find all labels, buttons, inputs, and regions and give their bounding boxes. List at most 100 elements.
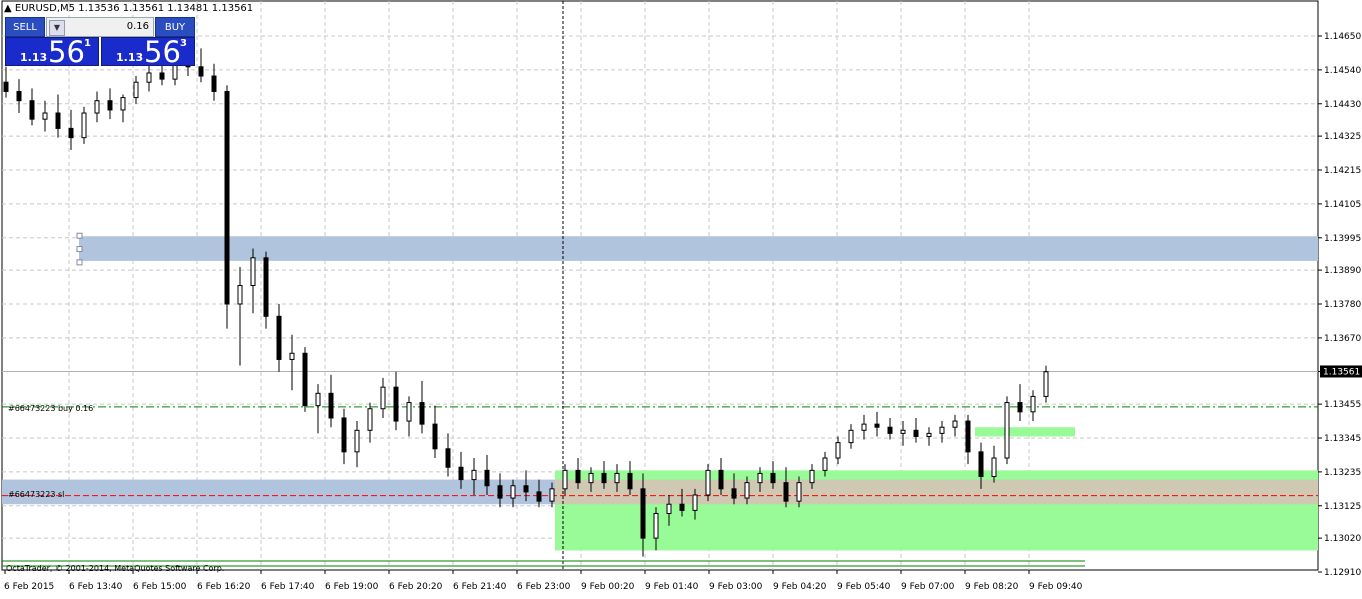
x-tick-label: 9 Feb 07:00 bbox=[901, 582, 955, 592]
candle bbox=[913, 417, 919, 443]
candle-body bbox=[276, 315, 282, 360]
candle-body bbox=[315, 392, 321, 407]
chevron-down-icon[interactable]: ▼ bbox=[49, 20, 65, 36]
triangle-up-icon: ▲ bbox=[4, 3, 12, 14]
candle bbox=[432, 405, 438, 459]
candle bbox=[861, 414, 867, 440]
candle-body bbox=[68, 127, 74, 139]
buy-price-big: 56 bbox=[144, 35, 181, 69]
candle-body bbox=[796, 482, 802, 502]
stop-loss-label[interactable]: #66473223 sl bbox=[8, 490, 64, 499]
candle-body bbox=[458, 466, 464, 481]
y-tick-label: 1.14105 bbox=[1324, 200, 1361, 210]
x-tick-label: 9 Feb 00:20 bbox=[581, 582, 635, 592]
candle bbox=[328, 374, 334, 428]
sell-price-display[interactable]: 1.13 56 1 bbox=[5, 35, 99, 69]
candle-body bbox=[198, 66, 204, 77]
y-tick-label: 1.13670 bbox=[1324, 334, 1361, 344]
x-tick-label: 6 Feb 23:00 bbox=[517, 582, 571, 592]
candle-body bbox=[29, 100, 35, 120]
candle bbox=[835, 436, 841, 465]
y-tick-label: 1.13995 bbox=[1324, 234, 1361, 244]
y-tick-label: 1.13235 bbox=[1324, 468, 1361, 478]
buy-button[interactable]: BUY bbox=[155, 17, 195, 37]
zone-handle-mid bbox=[76, 246, 83, 253]
buy-price-display[interactable]: 1.13 56 3 bbox=[101, 35, 195, 69]
candle-body bbox=[835, 442, 841, 459]
candle bbox=[276, 304, 282, 372]
y-tick-label: 1.14215 bbox=[1324, 166, 1361, 176]
candle-body bbox=[614, 472, 620, 484]
candle bbox=[965, 414, 971, 465]
candle bbox=[42, 100, 48, 132]
x-tick-label: 9 Feb 01:40 bbox=[645, 582, 699, 592]
x-tick-label: 6 Feb 16:20 bbox=[197, 582, 251, 592]
volume-input[interactable]: 0.16 bbox=[79, 18, 149, 36]
y-tick-label: 1.13780 bbox=[1324, 300, 1361, 310]
candle-body bbox=[302, 352, 308, 407]
candle-body bbox=[471, 469, 477, 481]
candle-body bbox=[991, 457, 997, 478]
candle-body bbox=[1043, 371, 1049, 397]
candle-body bbox=[94, 100, 100, 114]
candle bbox=[263, 251, 269, 329]
candle bbox=[341, 408, 347, 465]
volume-control[interactable]: ▼ 0.16 bbox=[46, 17, 154, 37]
candle-body bbox=[55, 112, 61, 129]
candle-body bbox=[744, 482, 750, 499]
candle bbox=[926, 427, 932, 446]
x-tick-label: 6 Feb 19:00 bbox=[325, 582, 379, 592]
candle-body bbox=[16, 90, 22, 102]
candle bbox=[874, 411, 880, 437]
x-tick-label: 6 Feb 21:40 bbox=[453, 582, 507, 592]
candle bbox=[55, 94, 61, 138]
candle-body bbox=[146, 72, 152, 83]
x-tick-label: 6 Feb 20:20 bbox=[389, 582, 443, 592]
zones-layer bbox=[2, 232, 1318, 551]
candle-body bbox=[640, 488, 646, 539]
zone-handle-top bbox=[76, 232, 83, 239]
sell-button[interactable]: SELL bbox=[5, 17, 45, 37]
y-tick-label: 1.14650 bbox=[1324, 32, 1361, 42]
candle-body bbox=[367, 408, 373, 431]
y-tick-label: 1.14430 bbox=[1324, 100, 1361, 110]
candle bbox=[939, 421, 945, 443]
zone-supply bbox=[79, 236, 1318, 261]
candle-body bbox=[289, 352, 295, 360]
candle-body bbox=[692, 494, 698, 511]
candle bbox=[3, 66, 9, 98]
chart-area[interactable]: 1.14650 1.14540 1.14430 1.14325 1.14215 1.141… bbox=[0, 0, 1362, 595]
x-tick-label: 6 Feb 17:40 bbox=[261, 582, 315, 592]
chart-title: ▲ EURUSD,M5 1.13536 1.13561 1.13481 1.13… bbox=[4, 3, 253, 14]
buy-order-label[interactable]: #66473223 buy 0.16 bbox=[8, 404, 93, 413]
candle-body bbox=[107, 100, 113, 111]
y-tick-label: 1.13020 bbox=[1324, 534, 1361, 544]
candle-body bbox=[718, 469, 724, 490]
candle bbox=[887, 417, 893, 440]
candle bbox=[419, 381, 425, 434]
y-tick-label: 1.13125 bbox=[1324, 502, 1361, 512]
candle-body bbox=[666, 503, 672, 514]
candle bbox=[393, 371, 399, 431]
candle-body bbox=[120, 97, 126, 111]
candle-body bbox=[978, 451, 984, 478]
x-tick-label: 9 Feb 09:40 bbox=[1029, 582, 1083, 592]
candle-body bbox=[887, 426, 893, 434]
candle-body bbox=[1017, 402, 1023, 413]
candle-body bbox=[328, 392, 334, 419]
candle-body bbox=[432, 423, 438, 450]
candle-body bbox=[406, 402, 412, 422]
candle-body bbox=[250, 257, 256, 287]
candle-body bbox=[705, 469, 711, 496]
one-click-trading-panel: SELL ▼ 0.16 BUY 1.13 56 1 1.13 56 3 bbox=[5, 17, 195, 69]
candle bbox=[16, 79, 22, 114]
candle-body bbox=[770, 472, 776, 484]
candle-body bbox=[939, 426, 945, 434]
candle bbox=[94, 91, 100, 123]
buy-price-prefix: 1.13 bbox=[116, 51, 144, 64]
chart-svg[interactable]: 1.14650 1.14540 1.14430 1.14325 1.14215 1.141… bbox=[0, 0, 1362, 595]
candle-body bbox=[861, 423, 867, 431]
x-tick-label: 9 Feb 05:40 bbox=[837, 582, 891, 592]
buy-price-pip: 3 bbox=[180, 38, 187, 49]
x-tick-label: 6 Feb 13:40 bbox=[69, 582, 123, 592]
